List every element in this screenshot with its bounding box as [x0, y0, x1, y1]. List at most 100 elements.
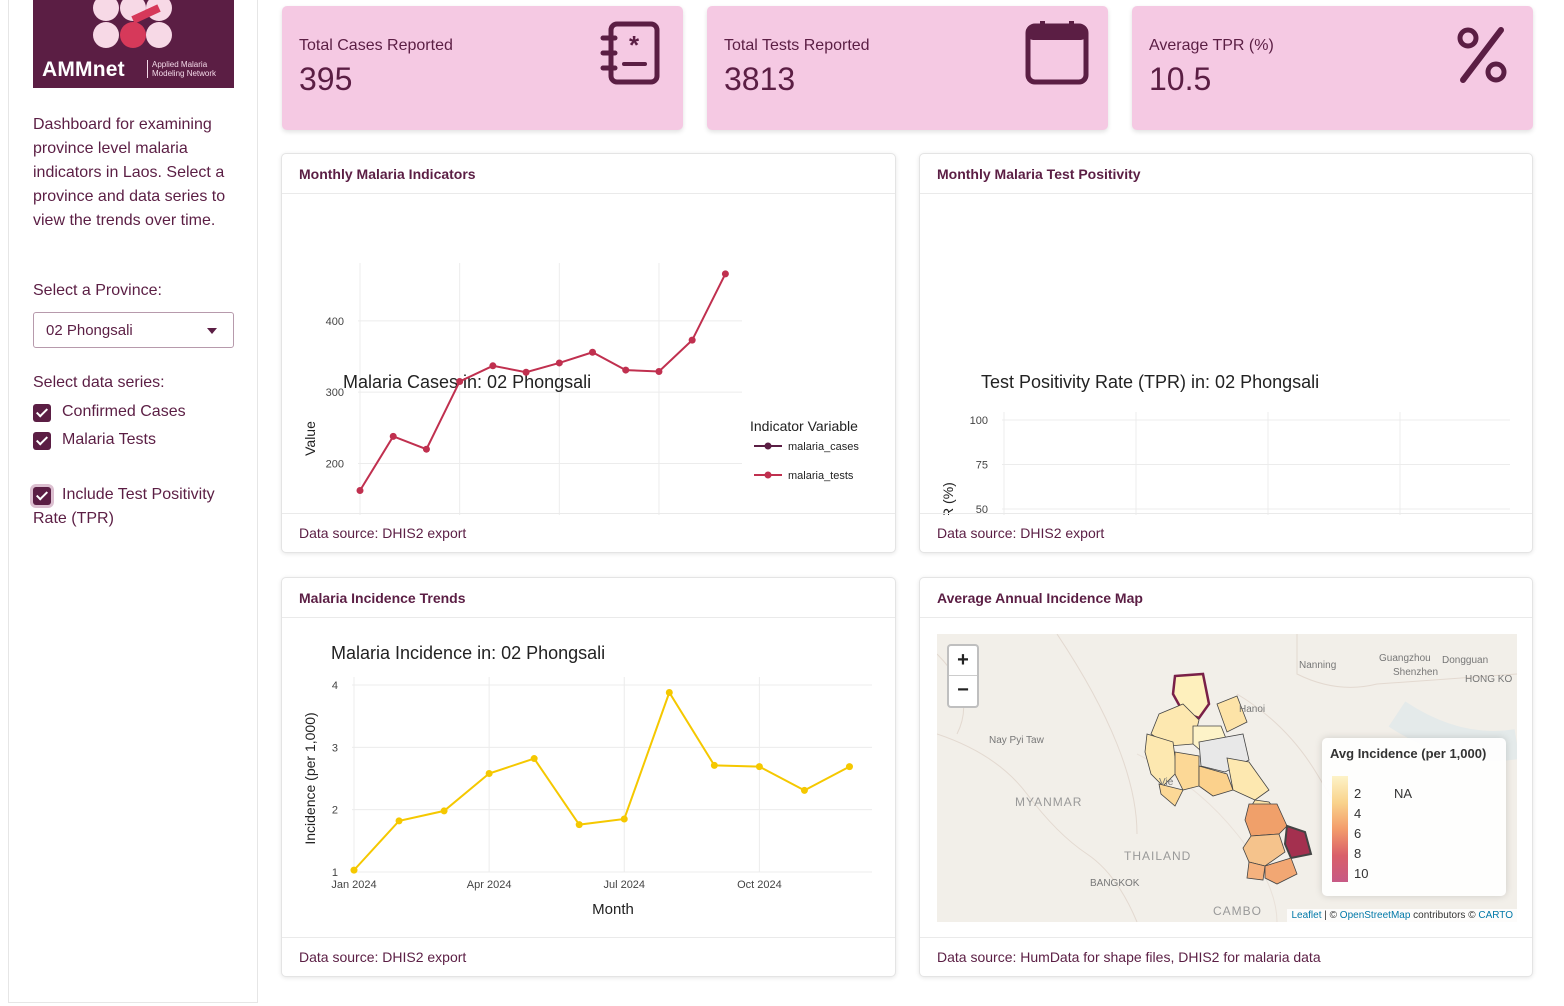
legend-swatch-marker: [764, 471, 772, 479]
x-tick-label: Jan 2024: [331, 879, 376, 891]
legend-tick: 2: [1354, 786, 1362, 801]
province-label: Select a Province:: [33, 282, 162, 299]
value-box-title: Total Cases Reported: [299, 37, 453, 54]
y-tick-label: 75: [976, 460, 988, 472]
card-footer: Data source: DHIS2 export: [282, 513, 895, 552]
value-box-title: Total Tests Reported: [724, 37, 870, 54]
data-point-malaria_tests: [522, 368, 530, 376]
province-select[interactable]: 02 Phongsali: [33, 312, 234, 348]
map-attribution: Leaflet | © OpenStreetMap contributors ©…: [1287, 909, 1517, 922]
incidence-point: [800, 786, 808, 794]
y-tick-label: 2: [332, 805, 338, 817]
chart-title: Malaria Cases in: 02 Phongsali: [343, 372, 591, 392]
chevron-down-icon: [207, 328, 217, 334]
map-label-guangzhou: Guangzhou: [1379, 653, 1431, 664]
data-point-malaria_tests: [589, 348, 597, 356]
card-footer: Data source: DHIS2 export: [920, 513, 1532, 552]
card-header: Monthly Malaria Indicators: [282, 154, 895, 194]
data-point-malaria_tests: [688, 336, 696, 344]
legend-na: NA: [1394, 786, 1413, 801]
incidence-point: [575, 821, 583, 829]
incidence-point: [710, 761, 718, 769]
legend-title: Avg Incidence (per 1,000): [1330, 746, 1487, 761]
map-label-hanoi: Hanoi: [1239, 704, 1266, 715]
incidence-point: [350, 866, 358, 874]
legend-item-malaria_tests: malaria_tests: [788, 470, 854, 482]
card-incidence-trends: Malaria Incidence Trends 1 2 3 4 Jan 2024 Apr…: [281, 577, 896, 977]
incidence-point: [440, 807, 448, 815]
value-box-total-cases: Total Cases Reported 395 *: [282, 6, 683, 130]
card-footer: Data source: HumData for shape files, DH…: [920, 937, 1532, 976]
checkbox-include-tpr[interactable]: Include Test Positivity Rate (TPR): [33, 483, 238, 531]
legend-tick: 4: [1354, 806, 1362, 821]
tpr-chart[interactable]: 0255075100Jan 2024Apr 2024Jul 2024Oct 20…: [920, 195, 1532, 515]
checkbox-confirmed-cases[interactable]: Confirmed Cases: [33, 403, 186, 422]
data-point-malaria_tests: [721, 270, 729, 278]
percent-icon: [1457, 27, 1507, 83]
checkbox-label: Malaria Tests: [62, 431, 156, 448]
map-label-dongguan: Dongguan: [1442, 655, 1489, 666]
y-tick-label: 100: [970, 415, 988, 427]
checkbox-label: Confirmed Cases: [62, 403, 186, 420]
data-point-malaria_tests: [422, 445, 430, 453]
value-box-total-tests: Total Tests Reported 3813: [707, 6, 1108, 130]
x-axis-title: Month: [592, 901, 634, 918]
card-header: Monthly Malaria Test Positivity: [920, 154, 1532, 194]
incidence-map[interactable]: Nanning Guangzhou Dongguan Shenzhen HONG…: [937, 634, 1517, 922]
series-label: Select data series:: [33, 374, 165, 391]
osm-link[interactable]: OpenStreetMap: [1340, 910, 1411, 921]
data-point-malaria_tests: [456, 377, 464, 385]
card-header: Malaria Incidence Trends: [282, 578, 895, 618]
incidence-point: [845, 763, 853, 771]
checkbox-checked-icon[interactable]: [33, 432, 51, 450]
y-axis-title: TPR (%): [940, 482, 956, 515]
x-tick-label: Apr 2024: [467, 879, 512, 891]
calendar-icon: [1025, 21, 1089, 85]
zoom-out-button[interactable]: −: [949, 676, 977, 706]
map-label-nay-pyi-taw: Nay Pyi Taw: [989, 735, 1044, 746]
attribution-separator: | ©: [1321, 910, 1340, 921]
leaflet-link[interactable]: Leaflet: [1291, 910, 1321, 921]
map-legend: Avg Incidence (per 1,000) 2 4 6 8 10 NA: [1322, 738, 1506, 896]
legend-color-bar: [1332, 776, 1348, 882]
contact-book-icon: *: [600, 21, 660, 85]
carto-link[interactable]: CARTO: [1478, 910, 1513, 921]
legend-swatch-marker: [764, 442, 772, 450]
chart-title: Test Positivity Rate (TPR) in: 02 Phongs…: [981, 372, 1319, 392]
card-header: Average Annual Incidence Map: [920, 578, 1532, 618]
card-footer: Data source: DHIS2 export: [282, 937, 895, 976]
chart-title: Malaria Incidence in: 02 Phongsali: [331, 643, 605, 663]
legend-item-malaria_cases: malaria_cases: [788, 441, 859, 453]
sidebar-description: Dashboard for examining province level m…: [33, 116, 226, 229]
incidence-line: [353, 690, 850, 871]
map-label-bangkok: BANGKOK: [1090, 878, 1140, 889]
x-tick-label: Jul 2024: [603, 879, 645, 891]
card-incidence-map: Average Annual Incidence Map Nanning Gua…: [919, 577, 1533, 977]
x-tick-label: Oct 2024: [737, 879, 782, 891]
map-label-cambodia: CAMBO: [1213, 904, 1263, 918]
svg-text:*: *: [629, 30, 640, 60]
map-label-thailand: THAILAND: [1124, 849, 1192, 863]
incidence-point: [485, 770, 493, 778]
y-tick-label: 1: [332, 867, 338, 879]
incidence-point: [665, 688, 673, 696]
incidence-chart[interactable]: 1 2 3 4 Jan 2024 Apr 2024 Jul 2024 Oct 2024 Mala…: [282, 619, 895, 939]
logo-text: AMMnet: [42, 58, 125, 81]
legend-tick: 8: [1354, 846, 1362, 861]
data-point-malaria_tests: [655, 368, 663, 375]
indicators-chart[interactable]: 0100200300400Jan 2024Apr 2024Jul 2024Oct…: [282, 195, 895, 515]
checkbox-checked-icon[interactable]: [33, 487, 51, 505]
logo-sub-line2: Modeling Network: [152, 69, 217, 78]
logo-subtitle: Applied Malaria Modeling Network: [147, 60, 216, 78]
data-point-malaria_tests: [622, 366, 630, 374]
y-axis-title: Incidence (per 1,000): [302, 712, 318, 844]
map-label-shenzhen: Shenzhen: [1393, 667, 1439, 678]
incidence-point: [755, 763, 763, 771]
zoom-in-button[interactable]: +: [949, 646, 977, 676]
checkbox-label: Include Test Positivity Rate (TPR): [33, 486, 215, 527]
checkbox-malaria-tests[interactable]: Malaria Tests: [33, 431, 156, 450]
value-box-title: Average TPR (%): [1149, 37, 1274, 54]
incidence-point: [530, 755, 538, 763]
checkbox-checked-icon[interactable]: [33, 404, 51, 422]
data-point-malaria_tests: [555, 359, 563, 367]
